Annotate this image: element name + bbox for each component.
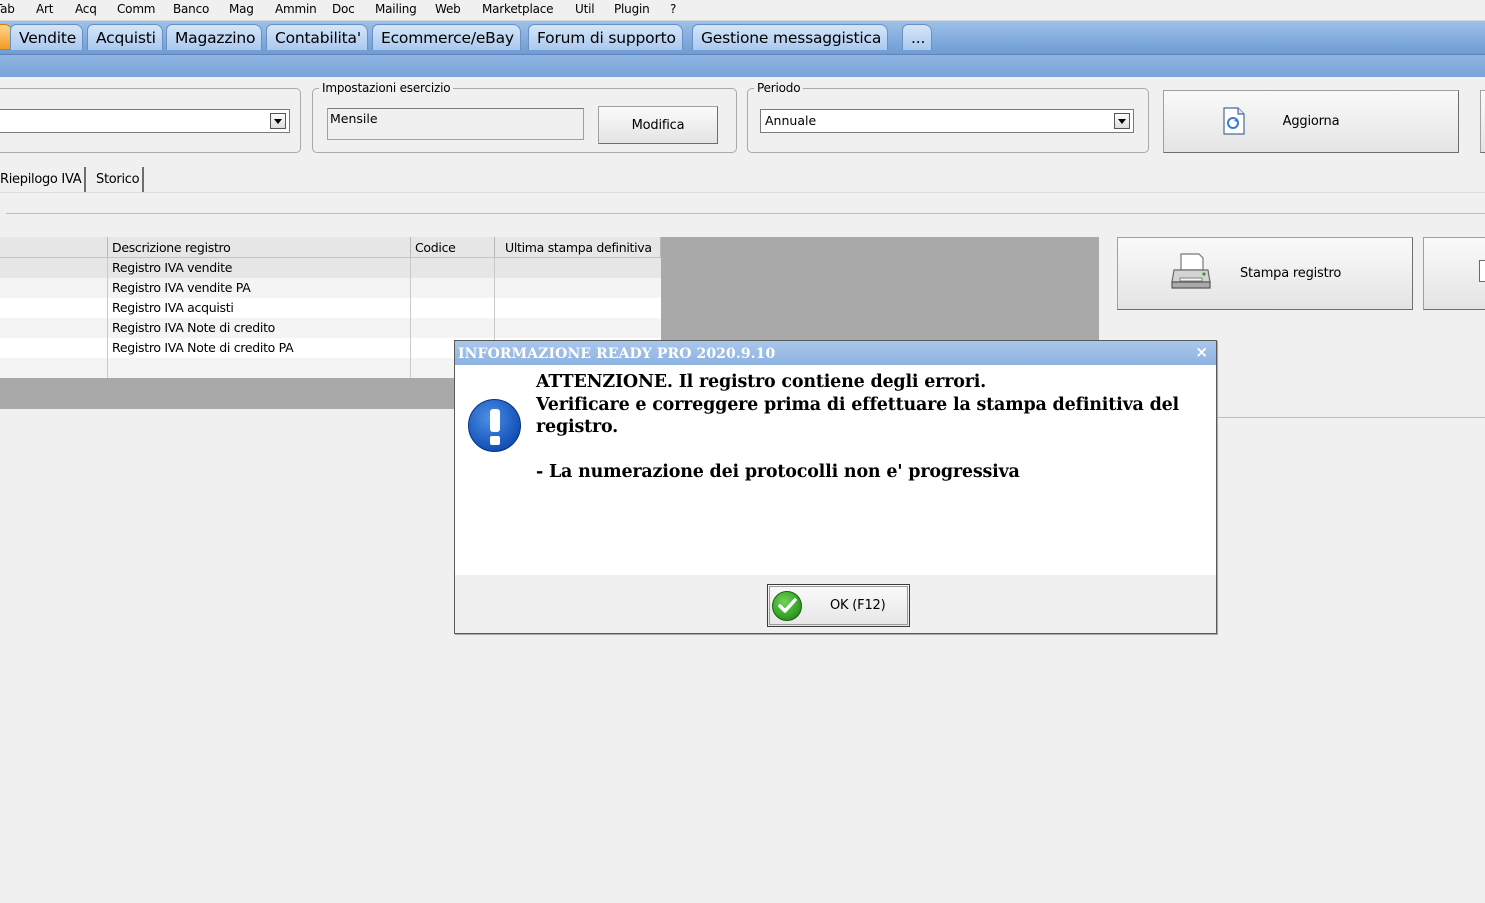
menu-doc[interactable]: Doc — [332, 2, 355, 16]
table-cell: Registro IVA vendite PA — [108, 278, 411, 298]
menu-ammin[interactable]: Ammin — [275, 2, 317, 16]
grid-header-descrizione[interactable]: Descrizione registro — [108, 237, 411, 258]
tab-more[interactable]: ... — [902, 24, 933, 50]
table-cell — [0, 318, 108, 338]
extra-button[interactable] — [1480, 90, 1485, 153]
print-register-button[interactable]: Stampa registro — [1117, 237, 1413, 310]
tab-magazzino[interactable]: Magazzino — [166, 24, 263, 50]
table-cell: Registro IVA acquisti — [108, 298, 411, 318]
period-value: Annuale — [765, 113, 817, 128]
menu-web[interactable]: Web — [435, 2, 461, 16]
menu-util[interactable]: Util — [575, 2, 595, 16]
menu-comm[interactable]: Comm — [117, 2, 156, 16]
info-icon — [468, 399, 521, 452]
grid-header-codice[interactable]: Codice — [411, 237, 495, 258]
tab-ecommerce-ebay[interactable]: Ecommerce/eBay — [372, 24, 521, 50]
table-cell — [495, 258, 661, 278]
document-icon — [1479, 260, 1485, 282]
ok-button-label: OK (F12) — [830, 598, 886, 613]
dialog-message: ATTENZIONE. Il registro contiene degli e… — [536, 371, 1206, 483]
close-icon[interactable]: × — [1195, 344, 1208, 360]
menu-banco[interactable]: Banco — [173, 2, 209, 16]
menu-art[interactable]: Art — [36, 2, 53, 16]
dialog-message-line3: - La numerazione dei protocolli non e' p… — [536, 461, 1020, 482]
table-cell — [0, 278, 108, 298]
table-cell: Registro IVA Note di credito PA — [108, 338, 411, 358]
table-cell — [0, 298, 108, 318]
register-combo[interactable] — [0, 109, 290, 133]
table-cell — [411, 258, 495, 278]
table-cell: Registro IVA Note di credito — [108, 318, 411, 338]
menu-help[interactable]: ? — [670, 2, 676, 16]
table-cell — [411, 298, 495, 318]
menu-plugin[interactable]: Plugin — [614, 2, 650, 16]
tab-contabilita[interactable]: Contabilita' — [266, 24, 368, 50]
info-dialog: INFORMAZIONE READY PRO 2020.9.10 × ATTEN… — [454, 340, 1217, 634]
table-cell — [0, 338, 108, 358]
ok-button[interactable]: OK (F12) — [767, 584, 910, 627]
extra-button-2[interactable] — [1423, 237, 1485, 310]
refresh-label: Aggiorna — [1282, 114, 1340, 129]
grid-header-blank — [0, 237, 108, 258]
menu-mag[interactable]: Mag — [229, 2, 254, 16]
section-divider — [6, 213, 1485, 214]
settings-value-field: Mensile — [327, 108, 584, 140]
table-cell — [108, 358, 411, 378]
modify-button[interactable]: Modifica — [598, 106, 718, 144]
dialog-title: INFORMAZIONE READY PRO 2020.9.10 — [455, 341, 1216, 365]
menu-tab[interactable]: Tab — [0, 2, 15, 16]
tab-forum-supporto[interactable]: Forum di supporto — [528, 24, 683, 50]
table-cell — [411, 318, 495, 338]
table-cell: Registro IVA vendite — [108, 258, 411, 278]
dropdown-arrow-icon[interactable] — [1114, 113, 1130, 129]
sub-header-band — [0, 55, 1485, 77]
dropdown-arrow-icon[interactable] — [270, 113, 286, 129]
module-tab-bar: Vendite Acquisti Magazzino Contabilita' … — [0, 21, 1485, 55]
table-cell — [495, 298, 661, 318]
table-cell — [495, 278, 661, 298]
print-register-label: Stampa registro — [1240, 266, 1342, 281]
period-label: Periodo — [757, 81, 801, 95]
dialog-body: ATTENZIONE. Il registro contiene degli e… — [455, 365, 1216, 575]
dialog-message-line1: ATTENZIONE. Il registro contiene degli e… — [536, 372, 987, 392]
table-cell — [495, 318, 661, 338]
grid-header-ultima-stampa[interactable]: Ultima stampa definitiva — [495, 237, 661, 258]
subtab-riepilogo-iva[interactable]: Riepilogo IVA — [0, 167, 87, 192]
refresh-icon — [1218, 105, 1250, 141]
checkmark-icon — [772, 591, 802, 621]
tab-gestione-messaggistica[interactable]: Gestione messaggistica — [692, 24, 889, 50]
menu-acq[interactable]: Acq — [75, 2, 97, 16]
table-cell — [0, 358, 108, 378]
settings-label: Impostazioni esercizio — [322, 81, 451, 95]
tab-vendite[interactable]: Vendite — [10, 24, 84, 50]
menu-marketplace[interactable]: Marketplace — [482, 2, 554, 16]
table-cell — [0, 258, 108, 278]
refresh-button[interactable]: Aggiorna — [1163, 90, 1459, 153]
dialog-message-line2: Verificare e correggere prima di effettu… — [536, 394, 1180, 438]
table-cell — [411, 278, 495, 298]
period-combo[interactable]: Annuale — [760, 109, 1134, 133]
table-row[interactable]: Registro IVA Note di credito — [0, 318, 661, 338]
menu-mailing[interactable]: Mailing — [375, 2, 417, 16]
tab-acquisti[interactable]: Acquisti — [87, 24, 163, 50]
subtab-divider — [0, 192, 1485, 193]
table-row[interactable]: Registro IVA acquisti — [0, 298, 661, 318]
table-row[interactable]: Registro IVA vendite PA — [0, 278, 661, 298]
subtab-storico[interactable]: Storico — [93, 167, 145, 192]
printer-icon — [1170, 252, 1212, 296]
table-row[interactable]: Registro IVA vendite — [0, 258, 661, 278]
menubar: Tab Art Acq Comm Banco Mag Ammin Doc Mai… — [0, 0, 1485, 21]
